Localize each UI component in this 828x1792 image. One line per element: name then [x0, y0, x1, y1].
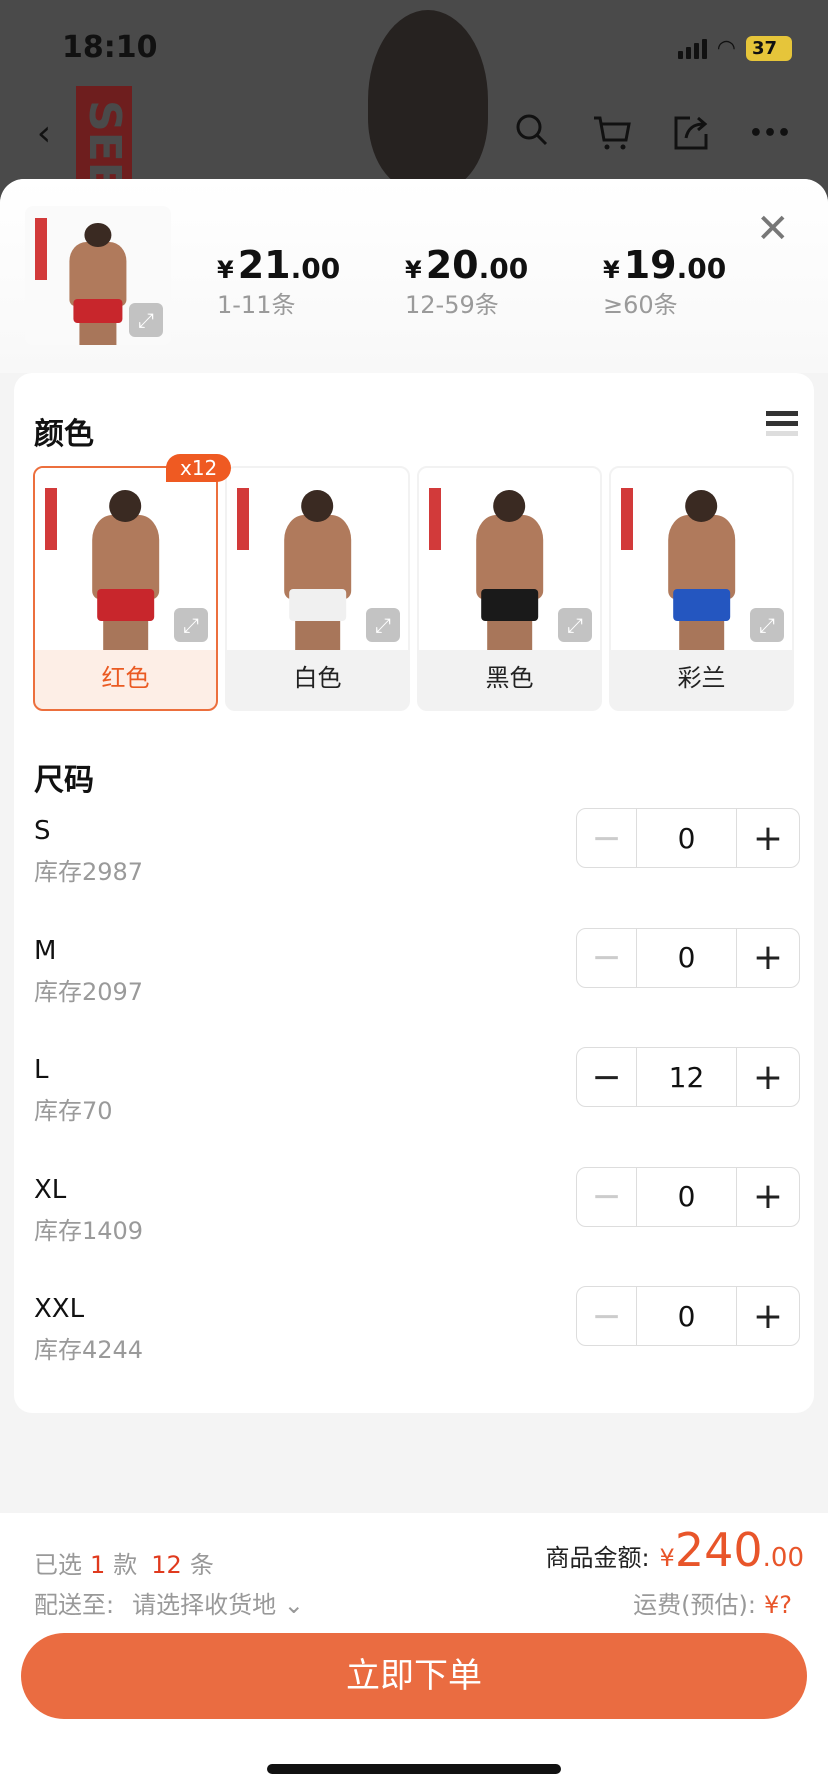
status-icons: ◠ 37 — [677, 36, 792, 61]
size-title: 尺码 — [34, 763, 94, 798]
brand-tag — [35, 218, 47, 280]
color-option[interactable]: ⤢ 黑色 — [417, 466, 602, 711]
more-button[interactable]: ••• — [748, 112, 792, 156]
status-time: 18:10 — [62, 30, 158, 65]
decrement-button[interactable]: − — [577, 809, 637, 867]
increment-button[interactable]: + — [737, 809, 799, 867]
color-qty-badge: x12 — [166, 454, 232, 482]
expand-icon[interactable]: ⤢ — [750, 608, 784, 642]
brand-tag — [429, 488, 441, 550]
quantity-stepper: −0 + — [576, 808, 800, 868]
size-row: M 库存2097−0 + — [34, 927, 800, 1006]
expand-icon[interactable]: ⤢ — [129, 303, 163, 337]
cart-icon — [594, 116, 631, 150]
place-order-button[interactable]: 立即下单 — [21, 1633, 807, 1719]
search-button[interactable] — [510, 112, 554, 156]
brand-tag — [45, 488, 57, 550]
battery-icon: 37 — [746, 36, 792, 61]
quantity-input[interactable]: 0 — [637, 809, 737, 867]
shipping-fee: 运费(预估): ¥? — [633, 1591, 792, 1619]
chevron-down-icon: ⌄ — [283, 1591, 304, 1619]
order-footer: 已选 1 款 12 条 配送至: 请选择收货地 ⌄ 商品金额: ¥240.00 运费(预估)… — [0, 1513, 828, 1792]
signal-icon — [677, 38, 707, 59]
search-icon — [516, 114, 548, 146]
decrement-button[interactable]: − — [577, 1167, 637, 1226]
shipping-address-selector[interactable]: 配送至: 请选择收货地 ⌄ — [34, 1585, 304, 1620]
decrement-button[interactable]: − — [577, 928, 637, 987]
sku-sheet: ⤢ ¥21.00 1-11条 ¥20.00 12-59条 ¥19.00 ≥60条 ✕ … — [0, 179, 828, 1792]
increment-button[interactable]: + — [737, 929, 799, 987]
brand-tag — [237, 488, 249, 550]
close-button[interactable]: ✕ — [756, 209, 790, 249]
quantity-input[interactable]: 12 — [637, 1048, 737, 1106]
size-row: XL 库存1409−0 + — [34, 1166, 800, 1245]
expand-icon[interactable]: ⤢ — [366, 608, 400, 642]
color-image: ⤢ — [35, 468, 216, 650]
quantity-input[interactable]: 0 — [637, 1287, 737, 1345]
expand-icon[interactable]: ⤢ — [174, 608, 208, 642]
color-image: ⤢ — [227, 468, 408, 650]
color-label: 彩兰 — [677, 664, 726, 692]
quantity-stepper: −0 + — [576, 1286, 800, 1346]
model-figure — [86, 489, 166, 650]
decrement-button[interactable]: − — [577, 1048, 637, 1106]
color-option[interactable]: ⤢ 白色 — [225, 466, 410, 711]
increment-button[interactable]: + — [737, 1168, 799, 1226]
price-tier-3: ¥19.00 ≥60条 — [603, 243, 727, 319]
options-card: 颜色 x12 ⤢ 红色 ⤢ 白色 ⤢ 黑色 ⤢ 彩兰 尺码 S 库存2987−0 + M 库存2097… — [14, 373, 814, 1413]
brand-tag — [621, 488, 633, 550]
quantity-stepper: −12 + — [576, 1047, 800, 1107]
sheet-header: ⤢ ¥21.00 1-11条 ¥20.00 12-59条 ¥19.00 ≥60条 ✕ — [0, 179, 828, 373]
color-option[interactable]: ⤢ 红色 — [33, 466, 218, 711]
list-view-icon[interactable] — [766, 411, 798, 441]
size-row: L 库存70−12 + — [34, 1047, 800, 1125]
color-title: 颜色 — [34, 417, 94, 452]
increment-button[interactable]: + — [737, 1287, 799, 1345]
wifi-icon: ◠ — [716, 36, 736, 61]
share-button[interactable] — [670, 112, 714, 156]
size-row: S 库存2987−0 + — [34, 808, 800, 886]
color-image: ⤢ — [611, 468, 792, 650]
price-tier-1: ¥21.00 1-11条 — [217, 243, 341, 319]
increment-button[interactable]: + — [737, 1048, 799, 1106]
color-image: ⤢ — [419, 468, 600, 650]
back-button[interactable]: ‹ — [22, 112, 66, 156]
color-label: 黑色 — [485, 664, 534, 692]
total-amount: 商品金额: ¥240.00 — [545, 1523, 804, 1577]
product-thumbnail[interactable]: ⤢ — [25, 206, 171, 345]
decrement-button[interactable]: − — [577, 1287, 637, 1345]
backdrop-model — [368, 10, 488, 190]
color-option[interactable]: ⤢ 彩兰 — [609, 466, 794, 711]
color-options: ⤢ 红色 ⤢ 白色 ⤢ 黑色 ⤢ 彩兰 — [33, 466, 794, 711]
model-figure — [470, 489, 550, 650]
model-figure — [662, 489, 742, 650]
quantity-stepper: −0 + — [576, 1166, 800, 1227]
size-row: XXL 库存4244−0 + — [34, 1286, 800, 1364]
quantity-input[interactable]: 0 — [637, 928, 737, 987]
quantity-stepper: −0 + — [576, 927, 800, 988]
color-label: 红色 — [101, 664, 150, 692]
color-label: 白色 — [293, 664, 342, 692]
model-figure — [64, 222, 131, 345]
home-indicator — [267, 1764, 561, 1774]
cart-button[interactable] — [590, 112, 634, 156]
share-icon — [674, 116, 708, 150]
price-tier-2: ¥20.00 12-59条 — [405, 243, 529, 319]
quantity-input[interactable]: 0 — [637, 1167, 737, 1226]
expand-icon[interactable]: ⤢ — [558, 608, 592, 642]
selection-summary: 已选 1 款 12 条 — [34, 1551, 214, 1579]
model-figure — [278, 489, 358, 650]
